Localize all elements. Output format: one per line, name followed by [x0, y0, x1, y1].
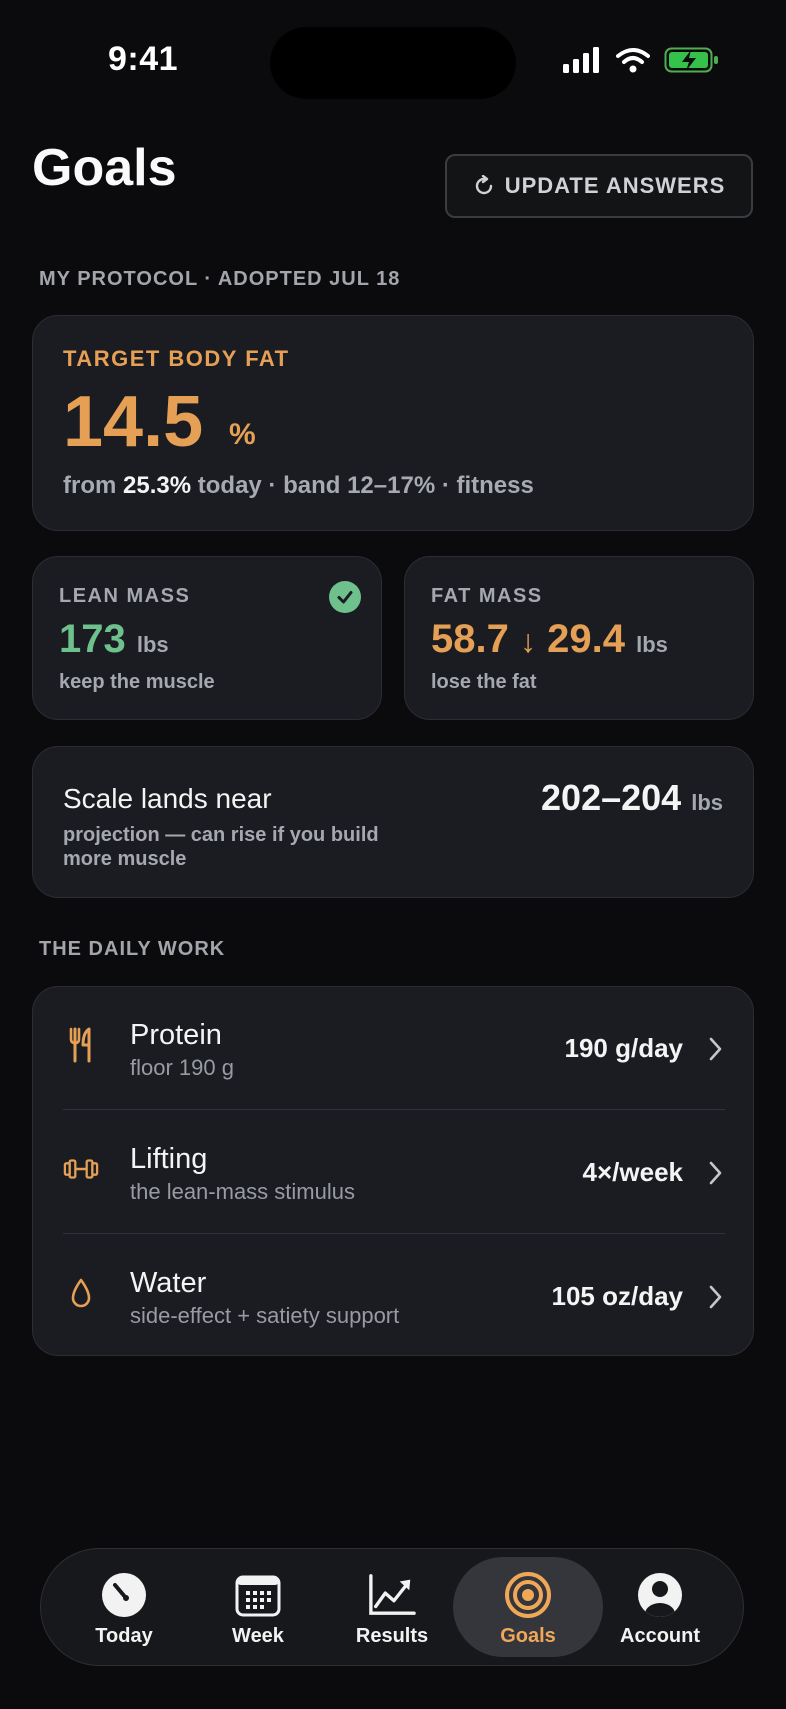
target-subtext: from 25.3% today · band 12–17% · fitness — [63, 472, 534, 500]
tab-account-label: Account — [620, 1625, 700, 1647]
protein-sub: floor 190 g — [130, 1055, 234, 1080]
scale-title: Scale lands near — [63, 783, 272, 814]
check-icon — [329, 581, 361, 613]
protocol-section-label: MY PROTOCOL · ADOPTED JUL 18 — [39, 268, 401, 290]
fat-mass-sub: lose the fat — [431, 671, 537, 693]
lean-mass-unit: lbs — [136, 632, 169, 657]
target-label: TARGET BODY FAT — [63, 346, 290, 371]
water-title: Water — [130, 1267, 207, 1299]
list-item-lifting[interactable]: Lifting the lean-mass stimulus 4×/week — [33, 1111, 755, 1235]
target-body-fat-card: TARGET BODY FAT 14.5 % from 25.3% today … — [32, 315, 754, 531]
wifi-icon — [616, 48, 650, 73]
status-time: 9:41 — [108, 40, 179, 78]
chart-icon — [368, 1571, 416, 1619]
tab-goals-label: Goals — [500, 1625, 556, 1647]
update-answers-label: UPDATE ANSWERS — [504, 173, 726, 198]
lifting-value: 4×/week — [582, 1157, 683, 1187]
protein-value: 190 g/day — [564, 1033, 683, 1063]
lifting-title: Lifting — [130, 1143, 208, 1175]
list-item-protein[interactable]: Protein floor 190 g 190 g/day — [33, 987, 755, 1111]
lean-mass-card: LEAN MASS 173 lbs keep the muscle — [32, 556, 382, 720]
lean-mass-label: LEAN MASS — [59, 585, 191, 607]
calendar-icon — [234, 1571, 282, 1619]
chevron-right-icon — [709, 1161, 722, 1185]
fat-mass-card: FAT MASS 58.7 ↓ 29.4 lbs lose the fat — [404, 556, 754, 720]
target-current-value: 25.3% — [123, 472, 192, 499]
clock-icon — [100, 1571, 148, 1619]
chevron-right-icon — [709, 1285, 722, 1309]
tab-week-label: Week — [232, 1625, 284, 1647]
tab-account[interactable]: Account — [593, 1557, 727, 1657]
page-title: Goals — [32, 139, 177, 197]
fat-mass-unit: lbs — [636, 632, 668, 657]
tab-today[interactable]: Today — [57, 1557, 191, 1657]
target-sub-prefix: from — [63, 472, 117, 499]
tab-results[interactable]: Results — [325, 1557, 459, 1657]
fat-mass-from: 58.7 — [431, 617, 509, 661]
chevron-right-icon — [709, 1037, 722, 1061]
tab-goals[interactable]: Goals — [453, 1557, 603, 1657]
divider — [63, 1233, 725, 1234]
dumbbell-icon — [63, 1151, 99, 1187]
lifting-sub: the lean-mass stimulus — [130, 1179, 355, 1204]
tab-today-label: Today — [95, 1625, 153, 1647]
status-icons — [562, 46, 720, 74]
target-value: 14.5 — [63, 382, 204, 462]
divider — [63, 1109, 725, 1110]
scale-unit: lbs — [691, 790, 723, 815]
refresh-icon — [475, 175, 492, 195]
list-item-water[interactable]: Water side-effect + satiety support 105 … — [33, 1235, 755, 1359]
daily-work-section-label: THE DAILY WORK — [39, 938, 226, 960]
battery-charging-icon — [664, 47, 718, 73]
scale-value: 202–204 — [541, 777, 682, 818]
signal-icon — [563, 47, 599, 73]
water-value: 105 oz/day — [551, 1281, 683, 1311]
fat-mass-to: 29.4 — [547, 617, 625, 661]
lean-mass-sub: keep the muscle — [59, 671, 215, 693]
water-sub: side-effect + satiety support — [130, 1303, 400, 1328]
lean-mass-value-row: 173 lbs — [59, 617, 169, 661]
fat-mass-label: FAT MASS — [431, 585, 543, 607]
person-icon — [636, 1571, 684, 1619]
target-unit: % — [229, 418, 256, 451]
fork-knife-icon — [63, 1027, 99, 1063]
target-sub-suffix: today · band 12–17% · fitness — [197, 472, 534, 499]
dynamic-island — [270, 27, 516, 99]
protein-title: Protein — [130, 1019, 222, 1051]
arrow-down-icon: ↓ — [519, 623, 536, 659]
daily-work-card: Protein floor 190 g 190 g/day Lifting th… — [32, 986, 754, 1356]
water-drop-icon — [63, 1275, 99, 1311]
tab-week[interactable]: Week — [191, 1557, 325, 1657]
target-icon — [504, 1571, 552, 1619]
tab-bar: Today Week Results Goals Account — [40, 1548, 744, 1666]
lean-mass-value: 173 — [59, 617, 126, 661]
scale-value-row: 202–204 lbs — [541, 777, 723, 819]
tab-results-label: Results — [355, 1625, 429, 1647]
update-answers-button[interactable]: UPDATE ANSWERS — [445, 154, 753, 218]
scale-projection-card: Scale lands near projection — can rise i… — [32, 746, 754, 898]
scale-sub: projection — can rise if you build more … — [63, 824, 379, 870]
fat-mass-value-row: 58.7 ↓ 29.4 lbs — [431, 617, 668, 661]
